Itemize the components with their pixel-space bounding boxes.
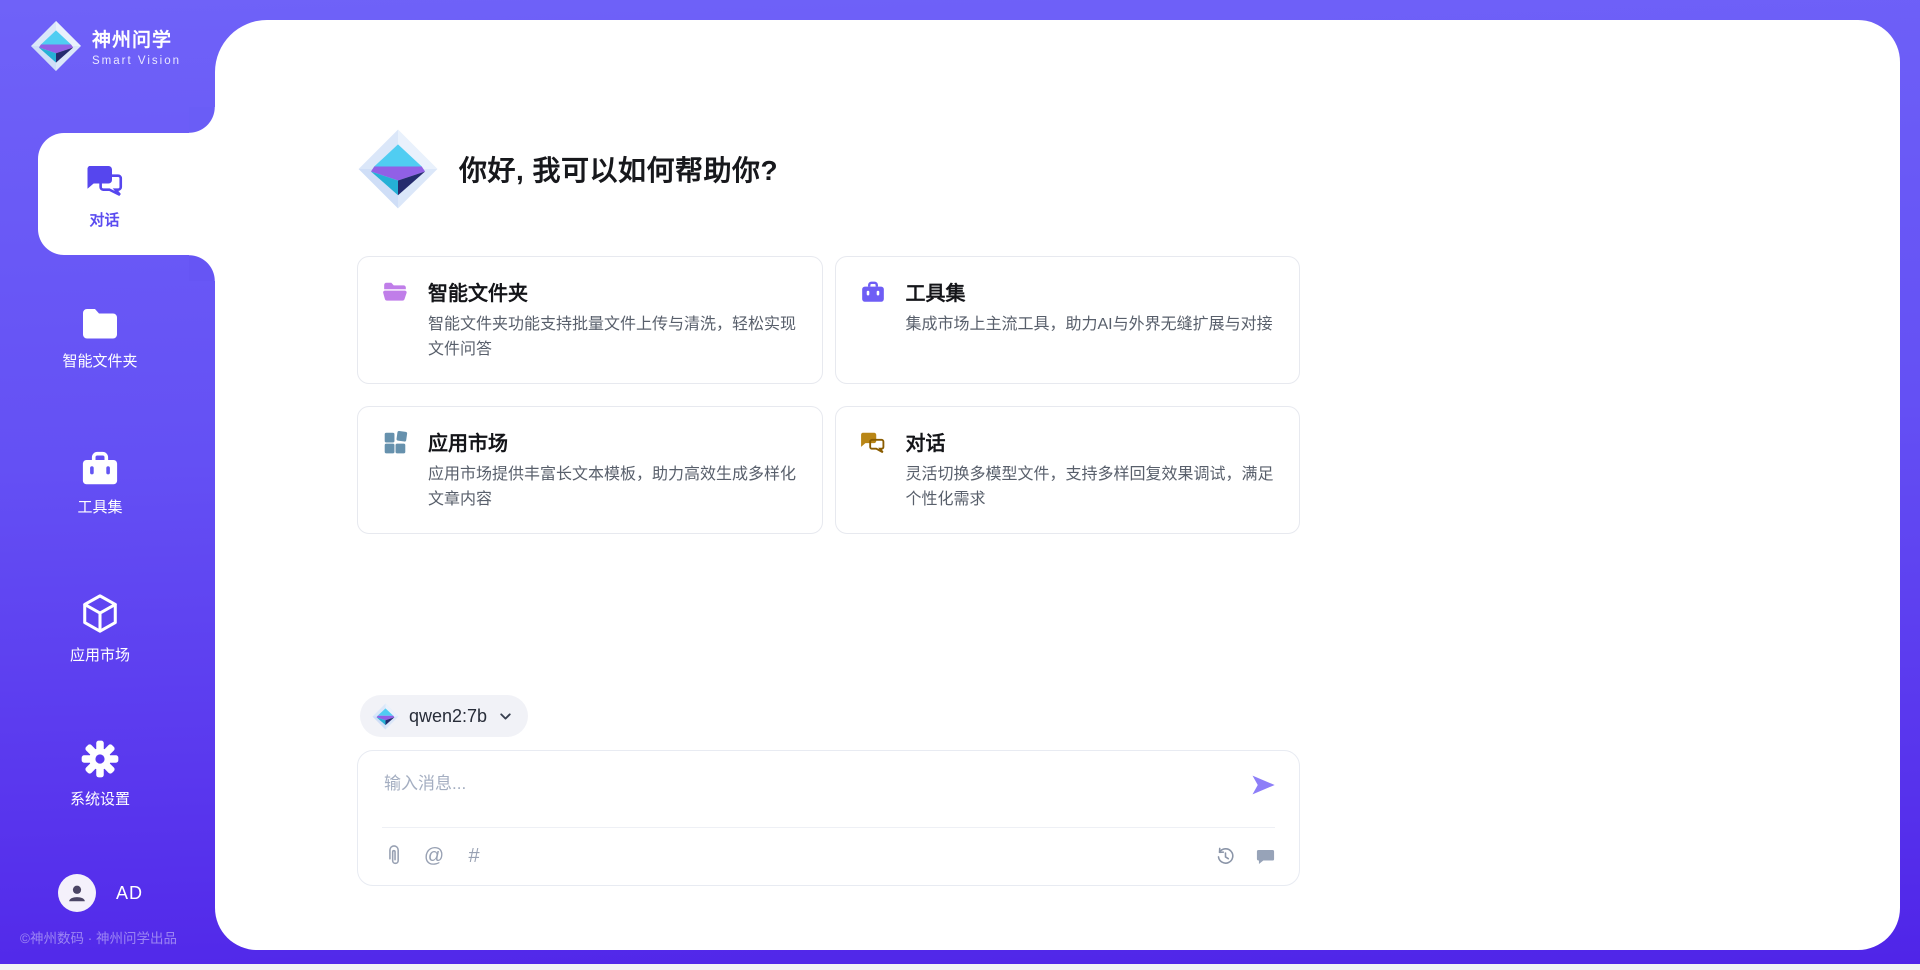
sidebar-item-settings[interactable]: 系统设置 — [0, 713, 200, 835]
message-composer: @ # — [357, 750, 1300, 886]
card-chat[interactable]: 对话 灵活切换多模型文件，支持多样回复效果调试，满足个性化需求 — [835, 406, 1301, 534]
history-icon[interactable] — [1213, 844, 1237, 868]
model-gem-icon — [372, 703, 399, 730]
tab-scoop-top — [189, 107, 215, 133]
hash-icon[interactable]: # — [462, 844, 486, 868]
sidebar-item-label: 工具集 — [77, 496, 122, 517]
greeting-gem-icon — [357, 128, 439, 210]
sidebar-item-smart-folder[interactable]: 智能文件夹 — [0, 278, 200, 400]
sidebar-nav: 智能文件夹 工具集 应用市场 — [0, 133, 215, 858]
greeting-text: 你好, 我可以如何帮助你? — [459, 149, 778, 189]
folder-icon — [80, 307, 120, 341]
chat-bubbles-icon — [860, 429, 886, 455]
chat-bubble-icon[interactable] — [1253, 844, 1277, 868]
sidebar-item-label: 系统设置 — [70, 788, 130, 809]
feature-cards: 智能文件夹 智能文件夹功能支持批量文件上传与清洗，轻松实现文件问答 工具集 集成… — [357, 256, 1300, 534]
card-description: 集成市场上主流工具，助力AI与外界无缝扩展与对接 — [906, 313, 1278, 338]
card-app-market[interactable]: 应用市场 应用市场提供丰富长文本模板，助力高效生成多样化文章内容 — [357, 406, 823, 534]
folder-icon — [382, 279, 408, 305]
card-title: 智能文件夹 — [428, 277, 528, 306]
sidebar-item-app-market[interactable]: 应用市场 — [0, 568, 200, 690]
composer-toolbar: @ # — [382, 839, 1277, 873]
user-initials: AD — [116, 883, 143, 904]
toolbox-icon — [860, 279, 886, 305]
send-icon[interactable] — [1249, 771, 1277, 799]
card-title: 对话 — [906, 427, 946, 456]
at-icon[interactable]: @ — [422, 844, 446, 868]
card-title: 工具集 — [906, 277, 966, 306]
gear-icon — [80, 739, 120, 779]
avatar — [58, 874, 96, 912]
user-profile[interactable]: AD — [58, 874, 143, 912]
brand-name: 神州问学 — [92, 25, 181, 52]
card-title: 应用市场 — [428, 427, 508, 456]
brand-subtitle: Smart Vision — [92, 55, 181, 67]
toolbox-icon — [80, 451, 120, 487]
card-toolbox[interactable]: 工具集 集成市场上主流工具，助力AI与外界无缝扩展与对接 — [835, 256, 1301, 384]
brand-logo: 神州问学 Smart Vision — [30, 20, 181, 72]
card-description: 应用市场提供丰富长文本模板，助力高效生成多样化文章内容 — [428, 463, 800, 513]
bottom-scrollbar[interactable] — [0, 964, 1920, 970]
paperclip-icon[interactable] — [382, 844, 406, 868]
card-description: 灵活切换多模型文件，支持多样回复效果调试，满足个性化需求 — [906, 463, 1278, 513]
chevron-down-icon — [497, 708, 514, 725]
sidebar-item-label: 智能文件夹 — [62, 350, 137, 371]
card-description: 智能文件夹功能支持批量文件上传与清洗，轻松实现文件问答 — [428, 313, 800, 363]
blocks-icon — [382, 429, 408, 455]
copyright-text: ©神州数码 · 神州问学出品 — [20, 927, 177, 947]
card-smart-folder[interactable]: 智能文件夹 智能文件夹功能支持批量文件上传与清洗，轻松实现文件问答 — [357, 256, 823, 384]
model-name: qwen2:7b — [409, 706, 487, 727]
sidebar: 神州问学 Smart Vision 对话 智能文件夹 工具集 — [0, 0, 215, 970]
message-input[interactable] — [384, 769, 1214, 817]
sidebar-item-label: 应用市场 — [70, 644, 130, 665]
brand-gem-icon — [30, 20, 82, 72]
person-icon — [66, 882, 88, 904]
sidebar-item-toolbox[interactable]: 工具集 — [0, 423, 200, 545]
greeting-block: 你好, 我可以如何帮助你? — [357, 128, 778, 210]
model-selector[interactable]: qwen2:7b — [360, 695, 528, 737]
composer-divider — [382, 827, 1275, 828]
cube-icon — [80, 593, 120, 635]
